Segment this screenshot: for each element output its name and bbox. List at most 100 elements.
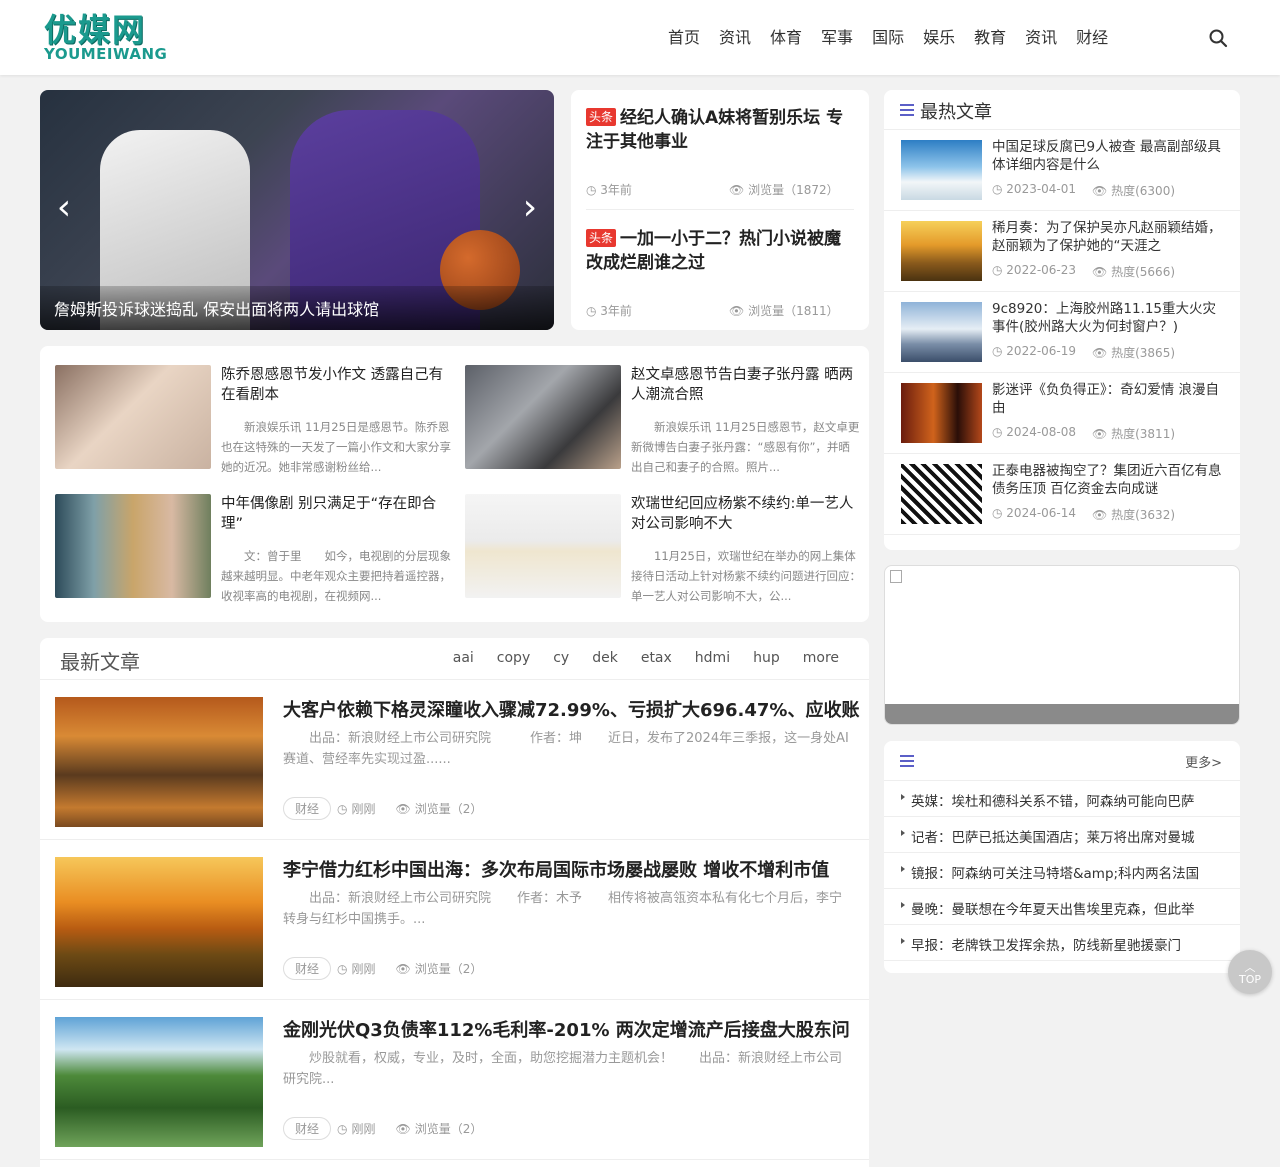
views-text: 浏览量（1811） [748,304,839,318]
nav-military[interactable]: 军事 [821,26,853,50]
article-title[interactable]: 金刚光伏Q3负债率112%毛利率-201% 两次定增流产后接盘大股东问 [283,1016,863,1042]
grid-title[interactable]: 中年偶像剧 别只满足于“存在即合理” [221,494,451,534]
hot-item[interactable]: 正泰电器被掏空了？集团近六百亿有息债务压顶 百亿资金去向成谜 ◷ 2024-06… [884,454,1240,535]
slider-prev-button[interactable]: ‹ [52,190,76,226]
nav-education[interactable]: 教育 [974,26,1006,50]
grid-item[interactable]: 赵文卓感恩节告白妻子张丹露 晒两人潮流合照 新浪娱乐讯 11月25日感恩节，赵文… [465,365,865,474]
nav-news[interactable]: 资讯 [719,26,751,50]
more-link[interactable]: 更多> [1185,752,1222,771]
headline-title-wrap: 头条 经纪人确认A妹将暂别乐坛 专注于其他事业 [586,106,854,154]
heat-value: 热度(3865) [1111,346,1176,360]
list-item[interactable]: 镜报：阿森纳可关注马特塔&amp;科内两名法国 [884,853,1240,889]
grid-thumbnail[interactable] [465,494,621,598]
hot-title[interactable]: 中国足球反腐已9人被查 最高副部级具体详细内容是什么 [992,138,1224,174]
grid-title[interactable]: 欢瑞世纪回应杨紫不续约:单一艺人对公司影响不大 [631,494,861,534]
time-text: 3年前 [600,304,632,318]
headline-title[interactable]: 一加一小于二？热门小说被魔改成烂剧谁之过 [586,229,841,273]
article-title[interactable]: 大客户依赖下格灵深瞳收入骤减72.99%、亏损扩大696.47%、应收账 [283,696,863,722]
hot-item[interactable]: 影迷评《负负得正》：奇幻爱情 浪漫自由 ◷ 2024-08-08 👁 热度(381… [884,373,1240,454]
headline-badge: 头条 [586,108,617,126]
article-desc: 炒股就看，权威，专业，及时，全面，助您挖掘潜力主题机会！ 出品：新浪财经上市公司… [283,1051,843,1087]
hot-thumbnail[interactable] [901,140,982,200]
news-list: 更多> 英媒：埃杜和德科关系不错，阿森纳可能向巴萨 记者：巴萨已抵达美国酒店；莱… [884,741,1240,973]
nav-news-2[interactable]: 资讯 [1025,26,1057,50]
date-value: 2022-06-19 [1006,344,1077,358]
views-info: 👁 浏览量（2） [396,800,483,817]
grid-item[interactable]: 中年偶像剧 别只满足于“存在即合理” 文：曾于里 如今，电视剧的分层现象越来越明… [55,494,455,603]
hot-title[interactable]: 9c8920：上海胶州路11.15重大火灾事件(胶州路大火为何封窗户？) [992,300,1224,336]
tab-hup[interactable]: hup [753,650,780,666]
category-tag[interactable]: 财经 [283,957,332,980]
hot-item[interactable]: 中国足球反腐已9人被查 最高副部级具体详细内容是什么 ◷ 2023-04-01 👁… [884,130,1240,211]
nav-finance[interactable]: 财经 [1076,26,1108,50]
tab-aai[interactable]: aai [453,650,474,666]
tab-hdmi[interactable]: hdmi [695,650,730,666]
news-title[interactable]: 早报：老牌铁卫发挥余热，防线新星驰援豪门 [911,934,1221,954]
category-tag[interactable]: 财经 [283,797,332,820]
list-item[interactable]: 记者：巴萨已抵达美国酒店；莱万将出席对曼城 [884,817,1240,853]
back-to-top-button[interactable]: ︿ TOP [1228,950,1272,994]
list-item[interactable]: 早报：老牌铁卫发挥余热，防线新星驰援豪门 [884,925,1240,961]
search-icon[interactable] [1208,28,1228,48]
article-thumbnail[interactable] [55,857,263,987]
hot-meta: ◷ 2022-06-23 👁 热度(5666) [992,263,1175,280]
headline-title[interactable]: 经纪人确认A妹将暂别乐坛 专注于其他事业 [586,108,843,152]
article-thumbnail[interactable] [55,1017,263,1147]
views-text: 浏览量（1872） [748,183,839,197]
tab-etax[interactable]: etax [641,650,672,666]
news-title[interactable]: 镜报：阿森纳可关注马特塔&amp;科内两名法国 [911,862,1221,882]
article-title[interactable]: 李宁借力红杉中国出海：多次布局国际市场屡战屡败 增收不增利市值 [283,856,863,882]
grid-thumbnail[interactable] [55,494,211,598]
headline-card: 头条 经纪人确认A妹将暂别乐坛 专注于其他事业 ◷ 3年前 👁 浏览量（1872）… [571,90,869,330]
headline-item[interactable]: 头条 经纪人确认A妹将暂别乐坛 专注于其他事业 [586,106,854,154]
broken-image-icon [890,570,902,583]
slider-next-button[interactable]: › [518,190,542,226]
hot-title[interactable]: 稀月奏：为了保护吴亦凡赵丽颖结婚，赵丽颖为了保护她的“天涯之 [992,219,1224,255]
grid-item[interactable]: 欢瑞世纪回应杨紫不续约:单一艺人对公司影响不大 11月25日，欢瑞世纪在举办的网… [465,494,865,603]
tab-copy[interactable]: copy [497,650,530,666]
grid-thumbnail[interactable] [55,365,211,469]
list-item[interactable]: 曼晚：曼联想在今年夏天出售埃里克森，但此举 [884,889,1240,925]
date-value: 2024-08-08 [1006,425,1077,439]
hot-title[interactable]: 影迷评《负负得正》：奇幻爱情 浪漫自由 [992,381,1224,417]
tab-more[interactable]: more [803,650,839,666]
hero-slider[interactable]: 詹姆斯投诉球迷捣乱 保安出面将两人请出球馆 ‹ › [40,90,554,330]
nav-sports[interactable]: 体育 [770,26,802,50]
article-thumbnail[interactable] [55,697,263,827]
tab-cy[interactable]: cy [553,650,569,666]
slide-caption[interactable]: 詹姆斯投诉球迷捣乱 保安出面将两人请出球馆 [54,296,379,320]
hot-item[interactable]: 9c8920：上海胶州路11.15重大火灾事件(胶州路大火为何封窗户？) ◷ 2… [884,292,1240,373]
news-title[interactable]: 记者：巴萨已抵达美国酒店；莱万将出席对曼城 [911,826,1221,846]
hot-header: 最热文章 [884,90,1240,130]
article-item[interactable]: 大客户依赖下格灵深瞳收入骤减72.99%、亏损扩大696.47%、应收账 出品：… [40,680,869,840]
headline-time: ◷ 3年前 [586,183,632,197]
divider [586,209,854,210]
hot-item[interactable]: 稀月奏：为了保护吴亦凡赵丽颖结婚，赵丽颖为了保护她的“天涯之 ◷ 2022-06… [884,211,1240,292]
grid-title[interactable]: 陈乔恩感恩节发小作文 透露自己有在看剧本 [221,365,451,405]
article-item[interactable]: 金刚光伏Q3负债率112%毛利率-201% 两次定增流产后接盘大股东问 炒股就看… [40,1000,869,1160]
nav-entertainment[interactable]: 娱乐 [923,26,955,50]
grid-item[interactable]: 陈乔恩感恩节发小作文 透露自己有在看剧本 新浪娱乐讯 11月25日是感恩节。陈乔… [55,365,455,474]
latest-articles: 最新文章 aai copy cy dek etax hdmi hup more … [40,638,869,1167]
hot-thumbnail[interactable] [901,302,982,362]
news-title[interactable]: 曼晚：曼联想在今年夏天出售埃里克森，但此举 [911,898,1221,918]
list-item[interactable]: 英媒：埃杜和德科关系不错，阿森纳可能向巴萨 [884,781,1240,817]
hot-thumbnail[interactable] [901,383,982,443]
headline-badge: 头条 [586,229,617,247]
grid-thumbnail[interactable] [465,365,621,469]
site-logo[interactable]: 优媒网 YOUMEIWANG [44,14,210,62]
category-tag[interactable]: 财经 [283,1117,332,1140]
nav-international[interactable]: 国际 [872,26,904,50]
grid-title[interactable]: 赵文卓感恩节告白妻子张丹露 晒两人潮流合照 [631,365,861,405]
hot-thumbnail[interactable] [901,221,982,281]
tab-dek[interactable]: dek [592,650,618,666]
hot-title[interactable]: 正泰电器被掏空了？集团近六百亿有息债务压顶 百亿资金去向成谜 [992,462,1224,498]
bullet-icon [901,938,905,944]
views-text: 浏览量（2） [414,802,483,816]
nav-home[interactable]: 首页 [668,26,700,50]
article-item[interactable]: 李宁借力红杉中国出海：多次布局国际市场屡战屡败 增收不增利市值 出品：新浪财经上… [40,840,869,1000]
headline-item[interactable]: 头条 一加一小于二？热门小说被魔改成烂剧谁之过 [586,227,854,275]
hot-thumbnail[interactable] [901,464,982,524]
ad-banner[interactable] [884,565,1240,725]
news-title[interactable]: 英媒：埃杜和德科关系不错，阿森纳可能向巴萨 [911,790,1221,810]
